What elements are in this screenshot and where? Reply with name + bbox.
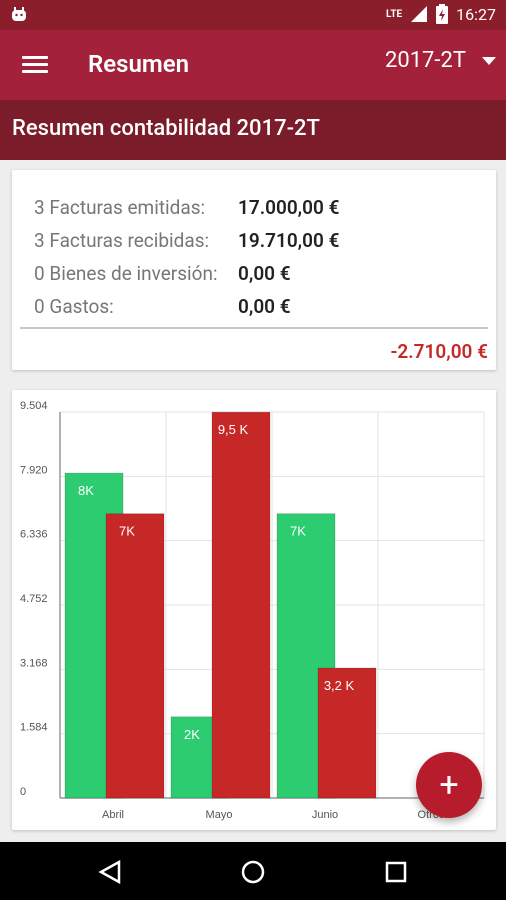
back-icon[interactable] xyxy=(95,856,127,888)
recents-icon[interactable] xyxy=(380,856,412,888)
y-tick-label: 3.168 xyxy=(20,657,48,669)
x-tick-label: Mayo xyxy=(206,809,233,821)
summary-header: Resumen contabilidad 2017-2T xyxy=(0,100,506,160)
y-tick-label: 4.752 xyxy=(20,593,48,605)
summary-title: Resumen contabilidad 2017-2T xyxy=(12,116,320,141)
status-bar: LTE 16:27 xyxy=(0,0,506,30)
android-icon xyxy=(12,7,26,21)
summary-label: 0 Gastos: xyxy=(34,295,114,318)
summary-value: 17.000,00 € xyxy=(238,196,340,219)
y-tick-label: 1.584 xyxy=(20,722,48,734)
bar-value-label: 7K xyxy=(290,524,306,539)
summary-total: -2.710,00 € xyxy=(390,340,488,363)
summary-row: 3 Facturas emitidas: 17.000,00 € xyxy=(34,196,474,224)
app-toolbar: Resumen 2017-2T xyxy=(0,30,506,100)
summary-label: 3 Facturas recibidas: xyxy=(34,229,210,252)
y-tick-label: 6.336 xyxy=(20,529,48,541)
summary-value: 0,00 € xyxy=(238,295,291,318)
summary-label: 3 Facturas emitidas: xyxy=(34,196,206,219)
add-button[interactable]: + xyxy=(416,752,482,818)
status-icons: LTE 16:27 xyxy=(386,4,496,24)
bar-value-label: 3,2 K xyxy=(324,678,355,693)
bar-value-label: 8K xyxy=(78,483,94,498)
signal-icon xyxy=(411,6,428,22)
caret-down-icon xyxy=(482,56,496,65)
system-nav-bar xyxy=(0,842,506,900)
chart-bar xyxy=(105,513,165,799)
summary-row: 0 Gastos: 0,00 € xyxy=(34,295,474,323)
summary-value: 19.710,00 € xyxy=(238,229,340,252)
page-title: Resumen xyxy=(88,50,190,78)
battery-icon xyxy=(436,4,449,24)
summary-row: 0 Bienes de inversión: 0,00 € xyxy=(34,262,474,290)
summary-label: 0 Bienes de inversión: xyxy=(34,262,218,285)
plus-icon: + xyxy=(439,765,459,805)
y-tick-label: 9.504 xyxy=(20,400,48,412)
bar-value-label: 2K xyxy=(184,727,200,742)
summary-value: 0,00 € xyxy=(238,262,291,285)
x-tick-label: Junio xyxy=(312,809,338,821)
y-tick-label: 0 xyxy=(20,786,26,798)
summary-divider xyxy=(20,327,488,329)
x-tick-label: Abril xyxy=(102,809,124,821)
bar-value-label: 7K xyxy=(119,524,135,539)
y-tick-label: 7.920 xyxy=(20,464,48,476)
period-value: 2017-2T xyxy=(384,48,466,73)
hamburger-menu-icon[interactable] xyxy=(22,53,48,77)
network-type: LTE xyxy=(386,8,403,20)
chart-bar xyxy=(211,411,271,799)
summary-card: 3 Facturas emitidas: 17.000,00 € 3 Factu… xyxy=(12,170,496,370)
period-selector[interactable]: 2017-2T xyxy=(385,48,496,73)
summary-row: 3 Facturas recibidas: 19.710,00 € xyxy=(34,229,474,257)
bar-value-label: 9,5 K xyxy=(218,422,249,437)
home-icon[interactable] xyxy=(237,856,269,888)
status-time: 16:27 xyxy=(456,4,496,24)
